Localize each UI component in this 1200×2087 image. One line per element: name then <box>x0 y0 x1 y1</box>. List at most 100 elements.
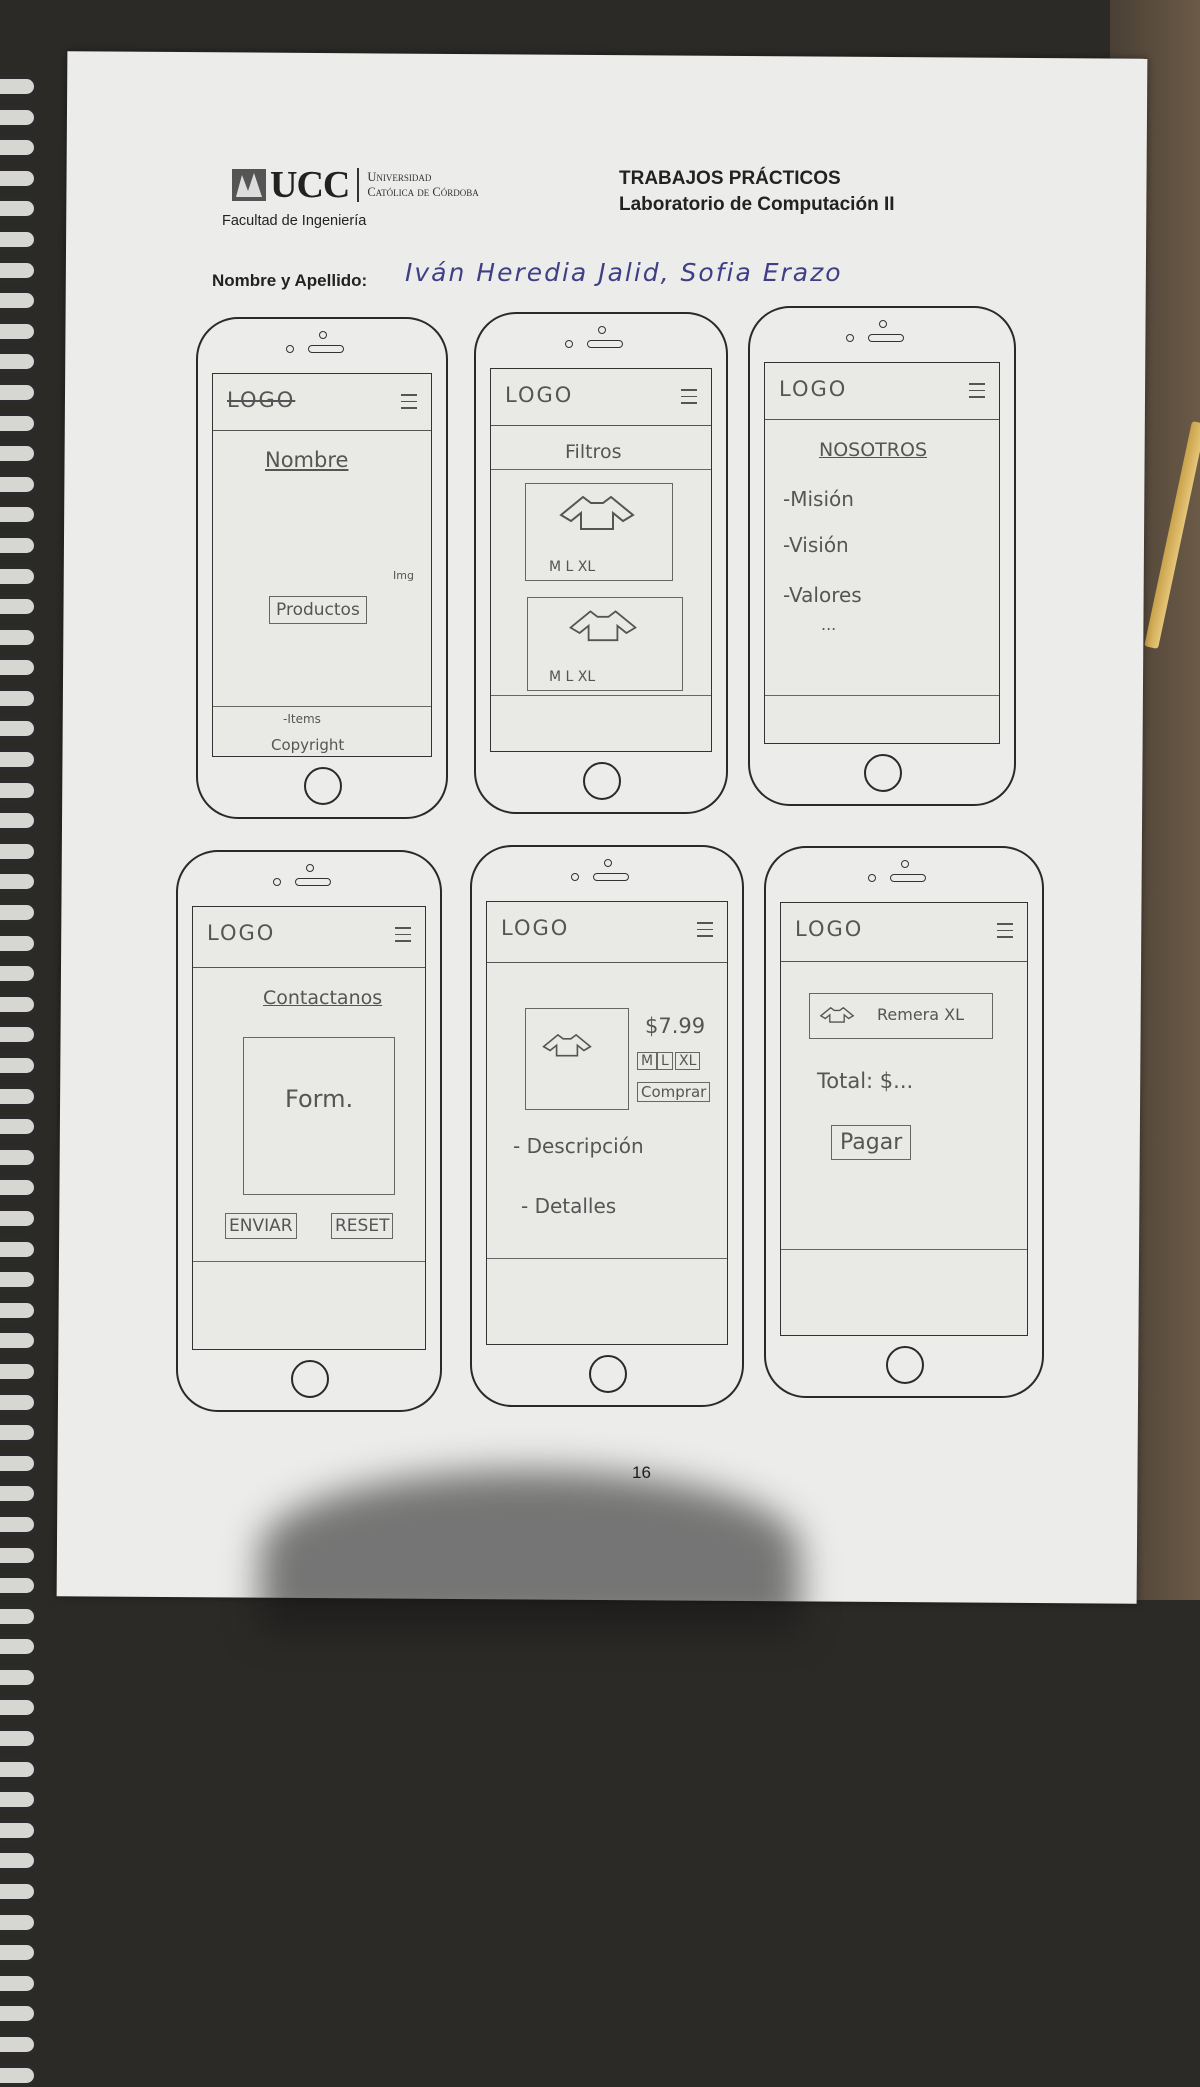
hamburger-menu-icon[interactable] <box>697 922 713 942</box>
footer-items: -Items <box>283 712 321 726</box>
description-item: - Descripción <box>513 1134 644 1158</box>
logo-divider <box>357 168 360 202</box>
spiral-coil <box>0 1727 38 1751</box>
reset-button[interactable]: RESET <box>331 1213 394 1239</box>
spiral-coil <box>0 258 38 282</box>
spiral-coil <box>0 1880 38 1904</box>
size-options[interactable]: M L XL <box>549 559 595 575</box>
shirt-icon <box>569 610 637 642</box>
form-label: Form. <box>285 1085 354 1113</box>
ucc-emblem-icon <box>232 169 266 201</box>
spiral-coil <box>0 289 38 313</box>
price-label: $7.99 <box>645 1014 706 1038</box>
spiral-coil <box>0 319 38 343</box>
spiral-coil <box>0 1268 38 1292</box>
phone-contact: LOGO Contactanos Form. ENVIAR RESET <box>176 850 442 1412</box>
spiral-coil <box>0 350 38 374</box>
spiral-coil <box>0 1543 38 1567</box>
nav-logo: LOGO <box>207 921 276 945</box>
spiral-coil <box>0 503 38 527</box>
nav-bar: LOGO <box>781 903 1027 962</box>
screen-contact: LOGO Contactanos Form. ENVIAR RESET <box>192 906 426 1350</box>
vision-item: -Visión <box>783 533 849 557</box>
spiral-coil <box>0 197 38 221</box>
spiral-coil <box>0 1084 38 1108</box>
size-L[interactable]: L <box>657 1052 673 1070</box>
nav-logo: LOGO <box>779 377 848 401</box>
buy-button[interactable]: Comprar <box>637 1082 711 1102</box>
cart-total: Total: $... <box>817 1069 914 1093</box>
size-options[interactable]: M L XL <box>549 669 595 685</box>
name-label: Nombre y Apellido: <box>212 271 368 290</box>
spiral-coil <box>0 166 38 190</box>
contact-form[interactable] <box>243 1037 395 1195</box>
hamburger-menu-icon[interactable] <box>997 923 1013 943</box>
phone-detail: LOGO $7.99 M L XL Comprar - Descripción … <box>470 845 744 1407</box>
nav-bar: LOGO <box>487 902 727 963</box>
spiral-coil <box>0 2063 38 2087</box>
phone-cart: LOGO Remera XL Total: $... Pagar <box>764 846 1044 1398</box>
spiral-coil <box>0 778 38 802</box>
spiral-coil <box>0 1818 38 1842</box>
spiral-coil <box>0 595 38 619</box>
hamburger-menu-icon[interactable] <box>969 383 985 403</box>
hamburger-menu-icon[interactable] <box>681 389 697 409</box>
pay-button[interactable]: Pagar <box>831 1125 912 1160</box>
logo-fullname: Universidad Católica de Córdoba <box>367 170 478 200</box>
notebook-spiral <box>0 75 44 2087</box>
nav-logo: LOGO <box>795 917 864 941</box>
spiral-coil <box>0 1971 38 1995</box>
spiral-coil <box>0 1145 38 1169</box>
home-button-icon <box>589 1355 627 1393</box>
shirt-icon <box>819 1006 855 1023</box>
shirt-icon <box>559 495 635 530</box>
values-item: -Valores <box>783 583 862 607</box>
spiral-coil <box>0 136 38 160</box>
screen-home: LOGO Nombre Img Productos -Items Copyrig… <box>212 373 432 757</box>
spiral-coil <box>0 962 38 986</box>
home-button-icon <box>886 1346 924 1384</box>
cart-item-name: Remera XL <box>877 1005 965 1024</box>
spiral-coil <box>0 1665 38 1689</box>
details-item: - Detalles <box>521 1194 617 1218</box>
spiral-coil <box>0 870 38 894</box>
nav-bar: LOGO <box>765 363 999 420</box>
spiral-coil <box>0 1910 38 1934</box>
spiral-coil <box>0 839 38 863</box>
home-button-icon <box>583 762 621 800</box>
spiral-coil <box>0 686 38 710</box>
spiral-coil <box>0 1023 38 1047</box>
hamburger-menu-icon[interactable] <box>401 394 417 414</box>
home-button-icon <box>291 1360 329 1398</box>
spiral-coil <box>0 1696 38 1720</box>
screen-cart: LOGO Remera XL Total: $... Pagar <box>780 902 1028 1336</box>
hamburger-menu-icon[interactable] <box>395 927 411 947</box>
ucc-logo: UCC Universidad Católica de Córdoba <box>230 163 479 207</box>
nav-bar: LOGO <box>213 374 431 431</box>
phone-products: LOGO Filtros M L XL M L XL <box>474 312 728 814</box>
spiral-coil <box>0 2033 38 2056</box>
home-button-icon <box>864 754 902 792</box>
spiral-coil <box>0 411 38 435</box>
shirt-icon <box>542 1033 592 1057</box>
screen-products: LOGO Filtros M L XL M L XL <box>490 368 712 752</box>
filters-label[interactable]: Filtros <box>565 441 621 463</box>
nav-logo: LOGO <box>505 383 574 407</box>
doc-title: TRABAJOS PRÁCTICOS <box>619 168 841 189</box>
screen-about: LOGO NOSOTROS -Misión -Visión -Valores .… <box>764 362 1000 744</box>
logo-line2: Católica de Córdoba <box>367 185 479 199</box>
spiral-coil <box>0 1206 38 1230</box>
spiral-coil <box>0 1176 38 1200</box>
size-M[interactable]: M <box>637 1052 658 1070</box>
spiral-coil <box>0 1941 38 1965</box>
size-XL[interactable]: XL <box>675 1052 701 1070</box>
send-button[interactable]: ENVIAR <box>225 1213 297 1239</box>
nav-bar: LOGO <box>491 369 711 426</box>
spiral-coil <box>0 625 38 649</box>
spiral-coil <box>0 442 38 466</box>
products-button[interactable]: Productos <box>269 596 367 624</box>
nav-logo: LOGO <box>227 388 296 412</box>
home-button-icon <box>304 767 342 805</box>
phone-home: LOGO Nombre Img Productos -Items Copyrig… <box>196 317 448 819</box>
contact-title: Contactanos <box>263 987 383 1009</box>
